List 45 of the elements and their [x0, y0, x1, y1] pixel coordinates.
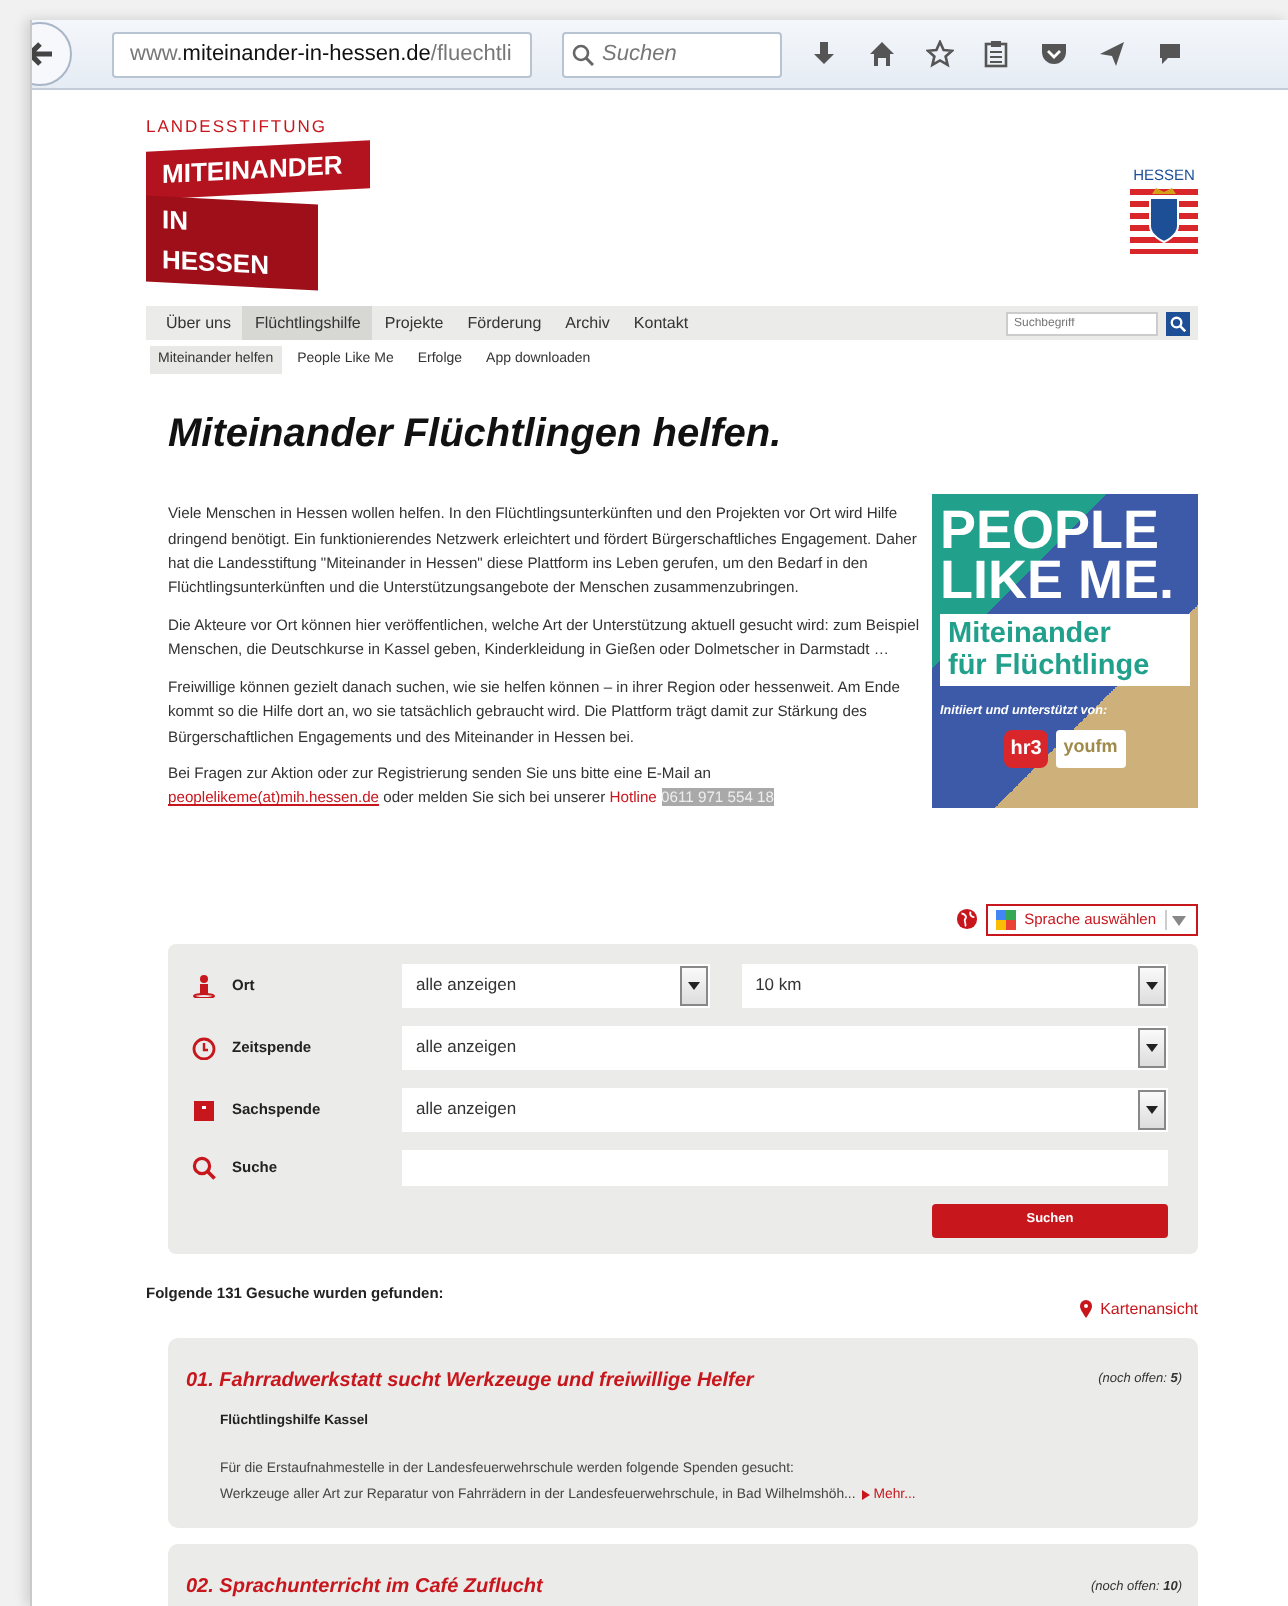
- map-view-link[interactable]: Kartenansicht: [1080, 1297, 1198, 1322]
- url-field[interactable]: www.miteinander-in-hessen.de/fluechtli: [112, 31, 532, 77]
- search-icon: [1170, 315, 1186, 332]
- nav-tab[interactable]: Kontakt: [621, 306, 701, 341]
- star-icon[interactable]: [926, 40, 954, 68]
- chat-icon[interactable]: [1156, 40, 1184, 68]
- map-pin-icon: [1080, 1300, 1093, 1319]
- download-icon[interactable]: [810, 40, 838, 68]
- result-title-link[interactable]: 02. Sprachunterricht im Café Zuflucht: [186, 1571, 543, 1602]
- caret-icon: [861, 1489, 870, 1500]
- ribbon-logo: MITEINANDER IN HESSEN: [146, 145, 376, 287]
- dropdown-field[interactable]: 10 km: [741, 963, 1169, 1008]
- pocket-icon[interactable]: [1040, 40, 1068, 68]
- box-icon: [192, 1097, 216, 1122]
- pin-person-icon: [192, 973, 216, 998]
- nav-tab[interactable]: Projekte: [372, 306, 456, 341]
- site-search-button[interactable]: [1166, 311, 1190, 336]
- search-icon: [192, 1155, 216, 1180]
- nav-tab[interactable]: Über uns: [154, 306, 243, 341]
- send-icon[interactable]: [1098, 40, 1126, 68]
- url-text: www.miteinander-in-hessen.de/fluechtli: [130, 39, 512, 70]
- result-title-link[interactable]: 01. Fahrradwerkstatt sucht Werkzeuge und freiwillige Helfer: [186, 1365, 754, 1396]
- dropdown-arrow-icon: [1164, 909, 1188, 930]
- caret-icon: [687, 981, 700, 990]
- caret-icon: [1146, 981, 1159, 990]
- translate-icon: [996, 909, 1017, 930]
- clipboard-icon[interactable]: [982, 40, 1010, 68]
- nav-tab[interactable]: Flüchtlingshilfe: [242, 306, 373, 341]
- clock-icon: [192, 1035, 216, 1060]
- nav-tab[interactable]: Archiv: [553, 306, 622, 341]
- dropdown-field[interactable]: alle anzeigen: [402, 963, 710, 1008]
- search-icon: [572, 43, 594, 65]
- dropdown-field[interactable]: alle anzeigen: [402, 1087, 1168, 1132]
- caret-icon: [1146, 1043, 1158, 1052]
- page-heading: Miteinander Flüchtlingen helfen.: [168, 410, 784, 459]
- caret-icon: [1146, 1105, 1158, 1114]
- globe-icon: [956, 908, 979, 931]
- foundation-label: LANDESSTIFTUNG: [146, 114, 330, 140]
- nav-tab[interactable]: Förderung: [455, 306, 554, 341]
- back-arrow-icon: [32, 38, 56, 70]
- dropdown-field[interactable]: alle anzeigen: [402, 1025, 1168, 1070]
- browser-search-field[interactable]: Suchen: [562, 31, 782, 77]
- striped-crest-icon: [1130, 186, 1198, 255]
- search-placeholder: Suchen: [602, 39, 677, 70]
- home-icon[interactable]: [868, 40, 896, 68]
